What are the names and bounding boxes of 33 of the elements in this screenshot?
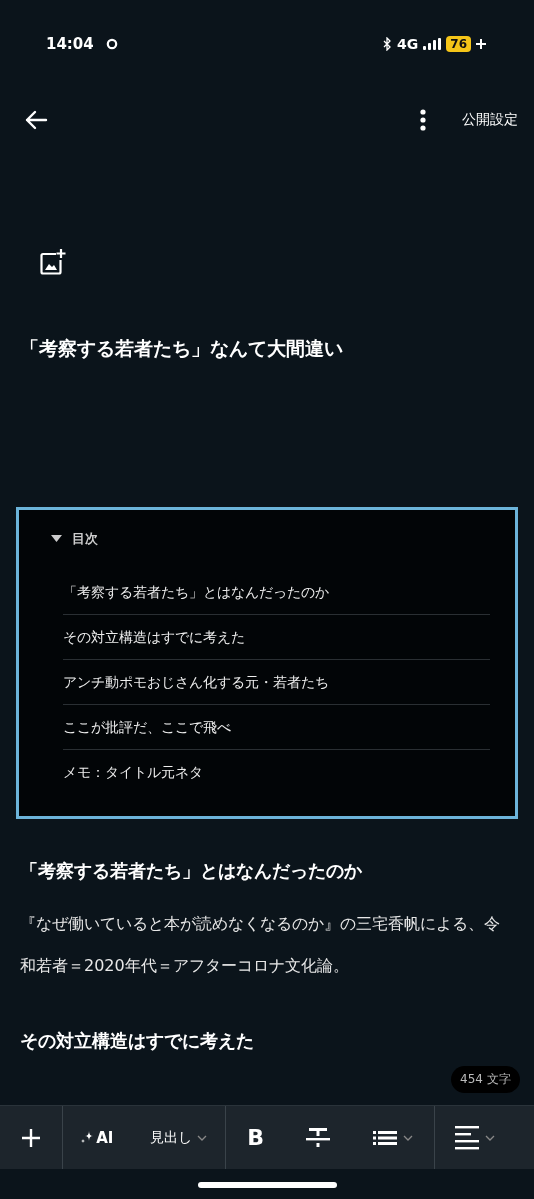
chevron-down-icon[interactable] <box>402 1134 413 1141</box>
article-title: 「考察する若者たち」なんて大間違い <box>19 336 344 361</box>
toc-link[interactable]: 「考察する若者たち」とはなんだったのか <box>63 570 490 615</box>
strikethrough-icon[interactable] <box>306 1126 331 1149</box>
notification-ring-icon <box>105 38 118 50</box>
section-heading: 「考察する若者たち」とはなんだったのか <box>20 859 363 883</box>
character-count-badge: 454 文字 <box>451 1066 520 1093</box>
section-heading: その対立構造はすでに考えた <box>20 1029 255 1053</box>
align-left-icon[interactable] <box>455 1125 479 1150</box>
toc-link[interactable]: その対立構造はすでに考えた <box>63 615 490 660</box>
signal-icon <box>423 38 442 50</box>
battery-level: 76 <box>446 36 471 52</box>
plus-icon[interactable] <box>21 1127 41 1148</box>
charging-plus-icon <box>476 39 486 49</box>
ai-assist-button[interactable]: AI <box>81 1128 114 1147</box>
heading-dropdown[interactable]: 見出し <box>149 1128 207 1147</box>
publish-settings-button[interactable]: 公開設定 <box>462 111 518 129</box>
more-options-icon[interactable] <box>420 109 426 131</box>
toc-heading[interactable]: 目次 <box>72 530 98 548</box>
toc-link[interactable]: アンチ動ポモおじさん化する元・若者たち <box>63 660 490 705</box>
network-label: 4G <box>397 36 419 52</box>
status-time: 14:04 <box>46 35 94 53</box>
bluetooth-icon <box>383 37 393 51</box>
add-image-icon[interactable] <box>39 248 67 276</box>
bullet-list-icon[interactable] <box>372 1129 397 1146</box>
back-arrow-icon[interactable] <box>24 110 48 130</box>
chevron-down-icon[interactable] <box>485 1134 495 1141</box>
toc-link[interactable]: ここが批評だ、ここで飛べ <box>63 705 490 750</box>
chevron-down-icon <box>196 1134 207 1141</box>
toc-link[interactable]: メモ：タイトル元ネタ <box>63 750 490 794</box>
body-paragraph: 『なぜ働いていると本が読めなくなるのか』の三宅香帆による、令和若者＝2020年代＝アフターコロナ文化論。 <box>20 913 501 977</box>
bold-button[interactable]: B <box>247 1125 264 1150</box>
expand-triangle-icon[interactable] <box>51 535 62 543</box>
